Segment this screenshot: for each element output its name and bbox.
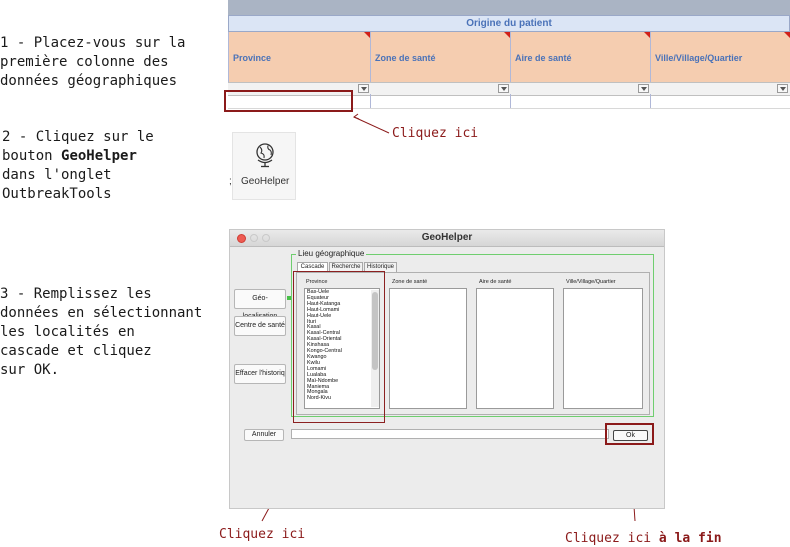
- callout-ok-prefix: Cliquez ici: [565, 531, 659, 546]
- dialog-title: GeoHelper: [421, 232, 473, 243]
- list-header-aire: Aire de santé: [479, 279, 512, 285]
- cancel-button[interactable]: Annuler: [244, 429, 284, 441]
- ok-button-highlight: [605, 423, 654, 445]
- province-list-highlight: [293, 271, 385, 423]
- frame-title: Lieu géographique: [296, 249, 367, 258]
- list-header-zone: Zone de santé: [392, 279, 428, 285]
- ribbon-separator: ;: [229, 176, 232, 187]
- dialog-titlebar: GeoHelper: [230, 230, 664, 247]
- ribbon-label: GeoHelper: [241, 176, 290, 187]
- callout-cell: Cliquez ici: [392, 126, 479, 141]
- geohelper-ribbon-button[interactable]: ; GeoHelper: [229, 132, 296, 200]
- arrow-head-cell: [352, 113, 360, 120]
- aire-listbox[interactable]: [476, 288, 554, 409]
- callout-ok: Cliquez ici à la fin: [565, 531, 722, 546]
- ville-listbox[interactable]: [563, 288, 643, 409]
- callout-ok-bold: à la fin: [658, 531, 722, 546]
- callout-list: Cliquez ici: [219, 527, 306, 542]
- centre-de-sante-button[interactable]: Centre de santé: [234, 316, 286, 336]
- list-header-ville: Ville/Village/Quartier: [566, 279, 616, 285]
- globe-icon: [256, 143, 274, 168]
- effacer-historique-button[interactable]: Effacer l'historiq: [234, 364, 286, 384]
- geolocalisation-button[interactable]: Géo-localisation: [234, 289, 286, 320]
- zone-listbox[interactable]: [389, 288, 467, 409]
- arrow-to-cell: [353, 116, 390, 134]
- selection-summary-field: [291, 429, 609, 439]
